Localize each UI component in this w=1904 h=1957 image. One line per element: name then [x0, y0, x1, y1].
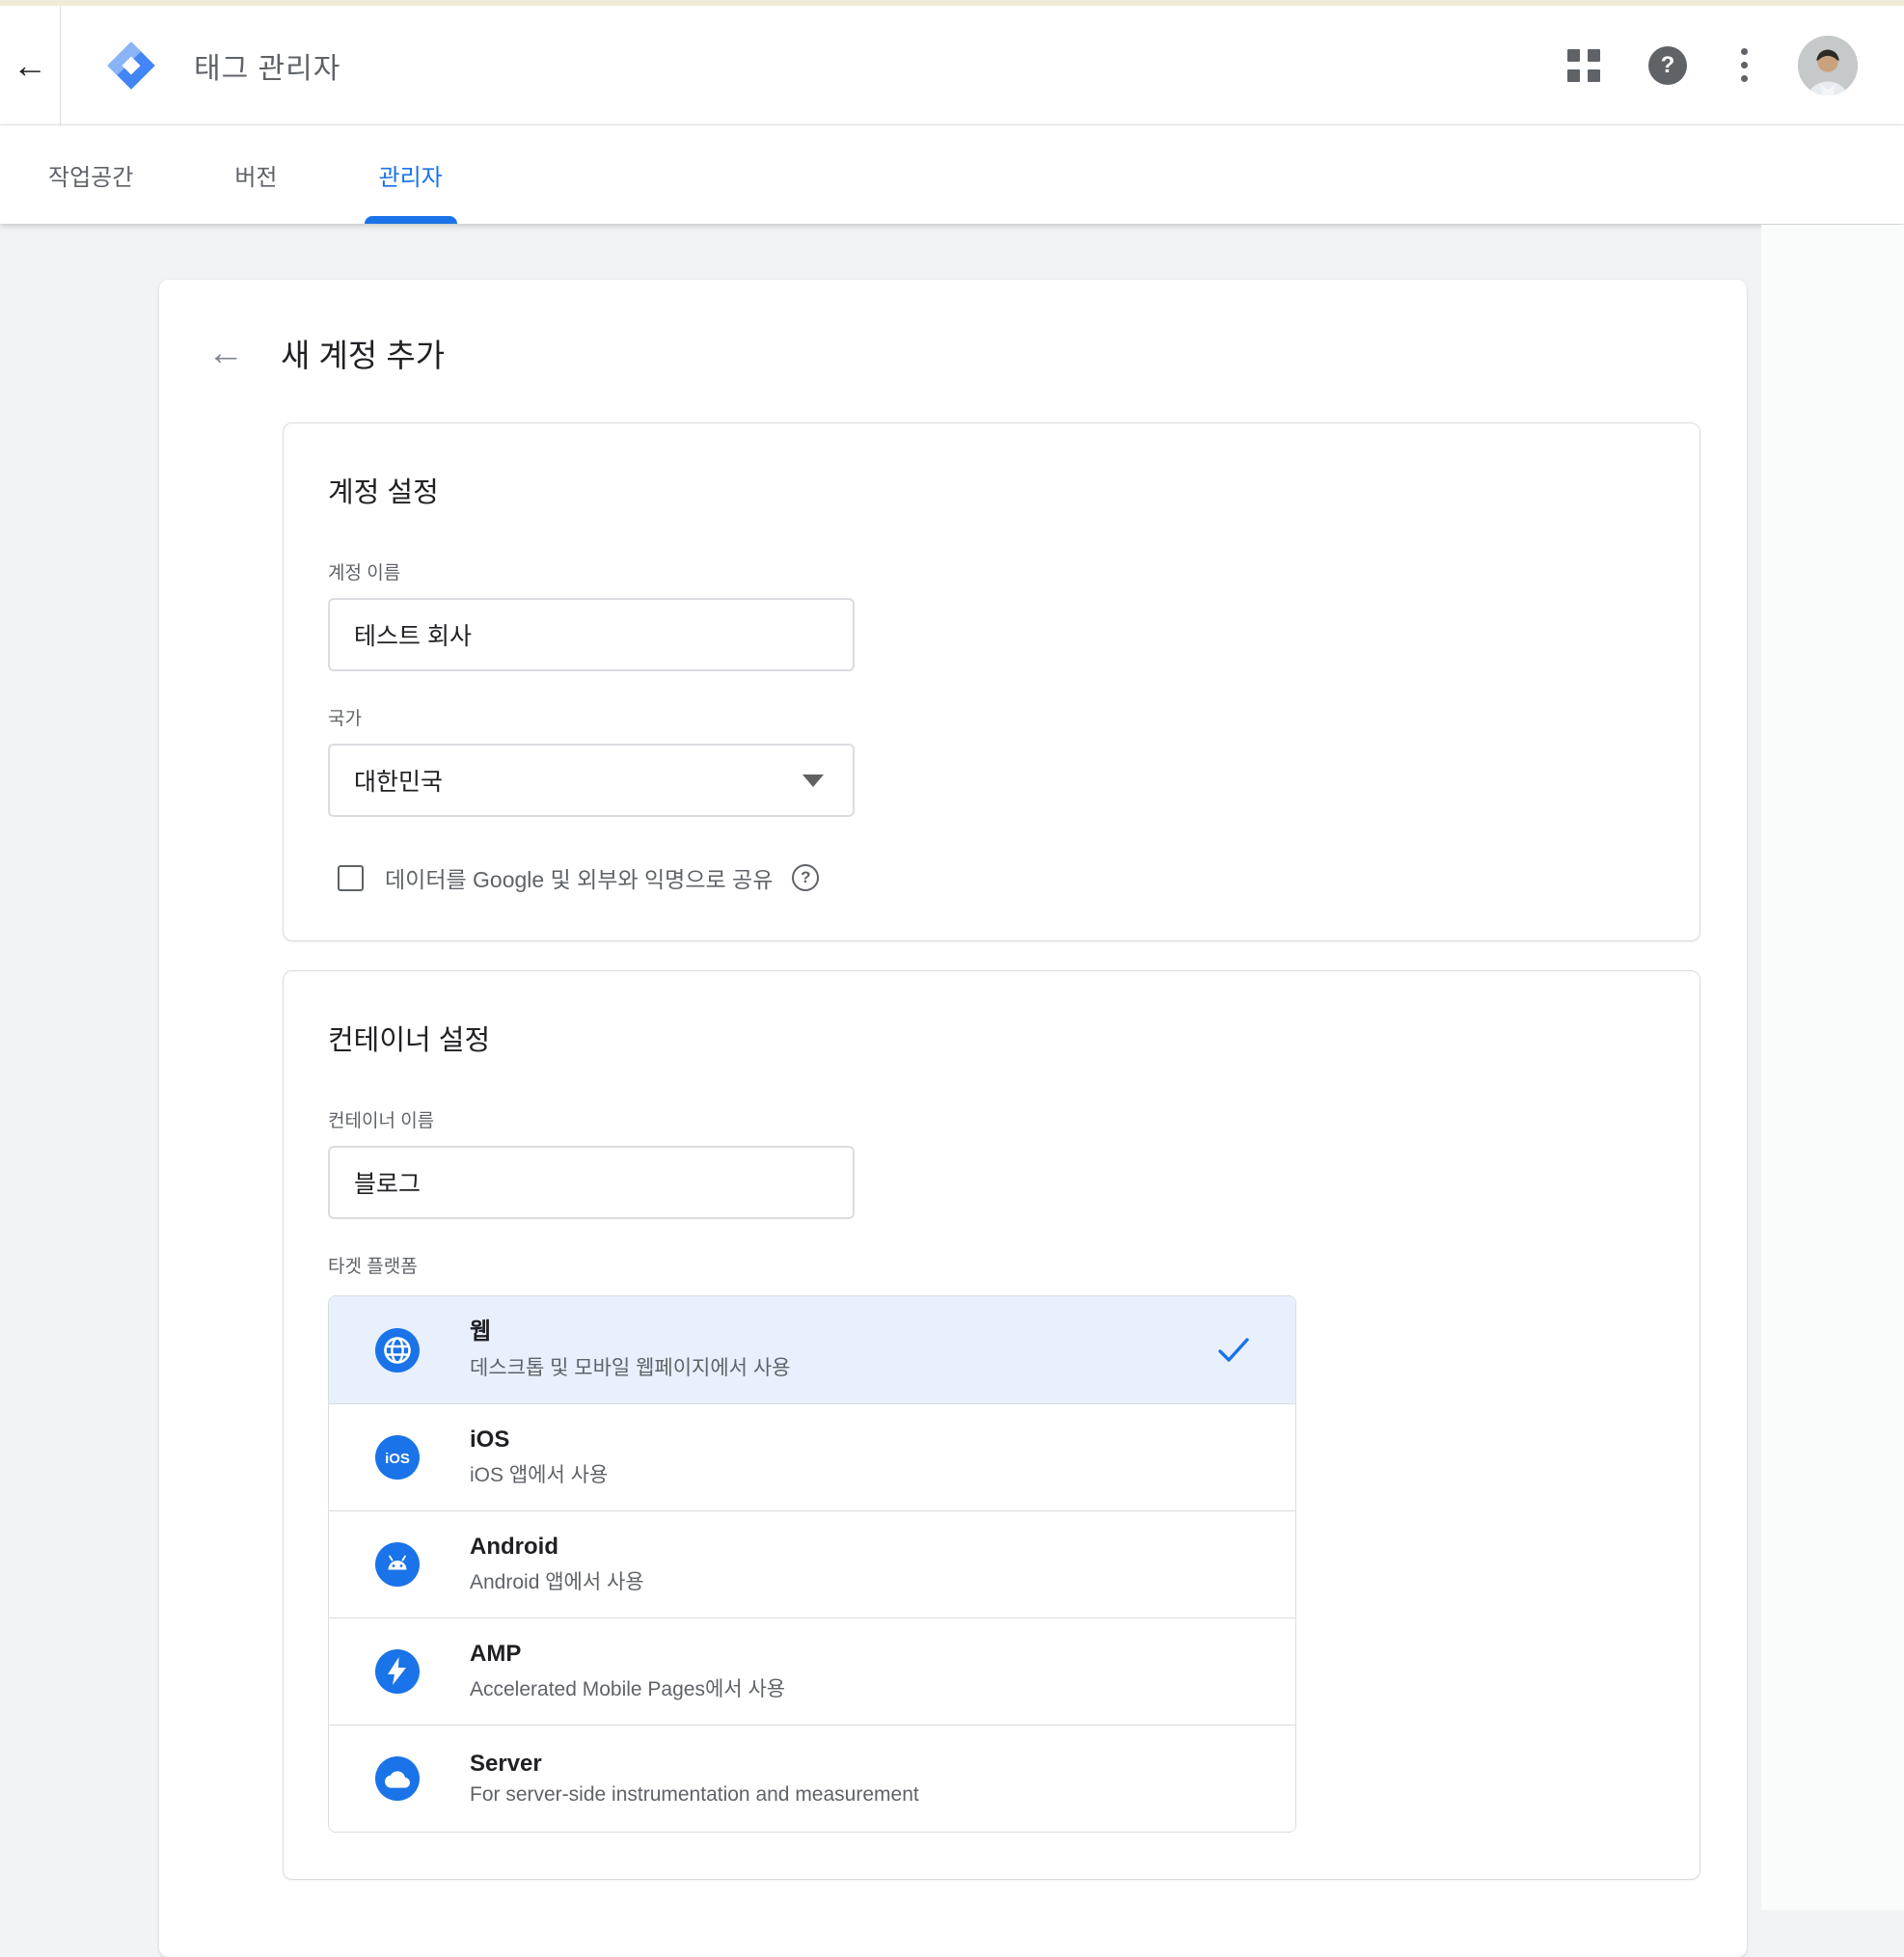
gtm-diamond-icon — [105, 40, 157, 92]
country-label: 국가 — [328, 704, 1653, 730]
share-data-checkbox[interactable] — [338, 865, 364, 891]
tab-versions[interactable]: 버전 — [220, 125, 291, 224]
overflow-menu-icon[interactable] — [1737, 44, 1752, 86]
app-header: ← 태그 관리자 ? — [0, 6, 1904, 125]
account-settings-section: 계정 설정 계정 이름 국가 대한민국 데이터를 Google 및 외부와 익명… — [283, 422, 1700, 941]
account-name-label: 계정 이름 — [328, 558, 1653, 584]
server-cloud-icon — [375, 1756, 420, 1801]
account-name-input[interactable] — [328, 598, 855, 671]
page-title-row: ← 새 계정 추가 — [159, 330, 1700, 376]
target-platform-label: 타겟 플랫폼 — [328, 1252, 1653, 1278]
share-help-icon[interactable]: ? — [792, 864, 819, 891]
avatar-image — [1798, 36, 1858, 95]
platform-row-server[interactable]: Server For server-side instrumentation a… — [329, 1725, 1295, 1832]
share-data-label: 데이터를 Google 및 외부와 익명으로 공유 — [385, 861, 773, 894]
platform-title: 웹 — [470, 1318, 790, 1345]
avatar[interactable] — [1798, 36, 1858, 95]
header-back-button[interactable]: ← — [0, 6, 60, 124]
tab-workspace[interactable]: 작업공간 — [34, 125, 148, 224]
country-select[interactable]: 대한민국 — [328, 744, 855, 817]
platform-description: Accelerated Mobile Pages에서 사용 — [470, 1673, 785, 1702]
apps-grid-icon[interactable] — [1567, 49, 1600, 82]
container-name-input[interactable] — [328, 1146, 855, 1219]
back-arrow-icon: ← — [207, 333, 244, 373]
platform-description: Android 앱에서 사용 — [470, 1566, 644, 1595]
platform-row-ios[interactable]: iOS iOS iOS 앱에서 사용 — [329, 1403, 1295, 1510]
page-back-button[interactable]: ← — [207, 335, 246, 371]
platform-title: Server — [470, 1751, 919, 1778]
back-arrow-icon: ← — [13, 45, 47, 86]
platform-list: 웹 데스크톱 및 모바일 웹페이지에서 사용 iOS — [328, 1295, 1296, 1833]
share-data-row: 데이터를 Google 및 외부와 익명으로 공유 ? — [328, 861, 1653, 894]
app-title: 태그 관리자 — [194, 44, 340, 87]
help-icon[interactable]: ? — [1648, 46, 1687, 85]
selected-check-icon — [1218, 1338, 1249, 1363]
platform-description: 데스크톱 및 모바일 웹페이지에서 사용 — [470, 1352, 790, 1381]
gtm-logo — [105, 40, 157, 92]
page-title: 새 계정 추가 — [281, 330, 445, 376]
ios-icon: iOS — [375, 1435, 420, 1480]
tab-admin[interactable]: 관리자 — [365, 125, 457, 224]
amp-icon — [375, 1649, 420, 1694]
platform-row-web[interactable]: 웹 데스크톱 및 모바일 웹페이지에서 사용 — [329, 1296, 1295, 1403]
new-account-card: ← 새 계정 추가 계정 설정 계정 이름 국가 대한민국 데이터를 Googl… — [159, 280, 1747, 1957]
platform-title: iOS — [470, 1427, 608, 1454]
globe-icon — [375, 1328, 420, 1373]
android-icon — [375, 1542, 420, 1587]
container-name-label: 컨테이너 이름 — [328, 1106, 1653, 1132]
tab-bar: 작업공간 버전 관리자 — [0, 125, 1904, 224]
account-settings-heading: 계정 설정 — [328, 470, 1653, 510]
header-actions: ? — [1567, 36, 1904, 95]
platform-description: For server-side instrumentation and meas… — [470, 1783, 919, 1807]
platform-row-amp[interactable]: AMP Accelerated Mobile Pages에서 사용 — [329, 1617, 1295, 1725]
svg-text:iOS: iOS — [385, 1451, 410, 1467]
platform-title: AMP — [470, 1641, 785, 1668]
container-settings-heading: 컨테이너 설정 — [328, 1018, 1653, 1058]
platform-row-android[interactable]: Android Android 앱에서 사용 — [329, 1510, 1295, 1617]
chevron-down-icon — [802, 775, 824, 787]
platform-title: Android — [470, 1534, 644, 1561]
content-area: ← 새 계정 추가 계정 설정 계정 이름 국가 대한민국 데이터를 Googl… — [0, 224, 1904, 1957]
container-settings-section: 컨테이너 설정 컨테이너 이름 타겟 플랫폼 웹 데스크톱 및 모바일 웹페이 — [283, 970, 1700, 1880]
platform-description: iOS 앱에서 사용 — [470, 1459, 608, 1488]
header-divider — [60, 6, 61, 125]
country-selected-value: 대한민국 — [354, 763, 443, 798]
